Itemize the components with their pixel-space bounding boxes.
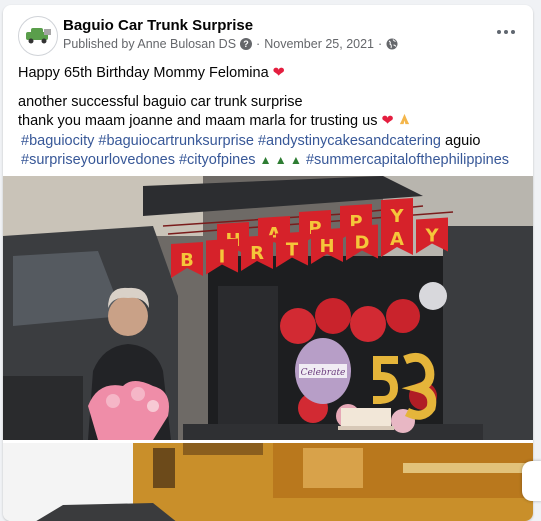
hashtag-cityofpines[interactable]: #cityofpines xyxy=(179,152,256,168)
banner-letter: D xyxy=(355,233,370,254)
banner-letter: T xyxy=(286,240,299,261)
info-icon[interactable]: ? xyxy=(240,38,253,50)
post-header: Baguio Car Trunk Surprise Published by A… xyxy=(3,5,533,63)
hashtags: #baguiocity #baguiocartrunksurprise #and… xyxy=(21,132,521,170)
globe-icon xyxy=(386,38,398,50)
hashtag-summercapitalofthephilippines[interactable]: #summercapitalofthephilippines xyxy=(306,152,509,168)
second-post-photo[interactable] xyxy=(3,443,533,521)
post-meta: Published by Anne Bulosan DS ? · Novembe… xyxy=(63,37,398,51)
post-photo[interactable]: Celebrate HAPPY BIRTHDAY xyxy=(3,176,533,440)
page-name[interactable]: Baguio Car Trunk Surprise xyxy=(63,17,253,34)
car-trunk-photo: Celebrate HAPPY BIRTHDAY xyxy=(3,176,533,440)
house-photo xyxy=(3,443,533,521)
hashtag-surpriseyourlovedones[interactable]: #surpriseyourlovedones xyxy=(21,152,175,168)
post-line-2: another successful baguio car trunk surp… xyxy=(18,94,303,110)
hashtag-plain-text: aguio xyxy=(445,133,481,149)
balloon-text: Celebrate xyxy=(301,368,346,378)
heart-icon: ❤ xyxy=(272,65,285,81)
meta-separator-2: · xyxy=(378,37,383,51)
more-options-icon xyxy=(496,30,517,34)
banner-letter: B xyxy=(180,250,194,271)
post-card: Baguio Car Trunk Surprise Published by A… xyxy=(3,5,533,521)
meta-separator: · xyxy=(256,37,261,51)
scroll-nub[interactable] xyxy=(522,461,541,501)
banner-letter: Y xyxy=(424,226,439,247)
tree-icon: ▲ ▲ ▲ xyxy=(259,153,302,167)
folded-hands-icon xyxy=(399,113,409,125)
page-avatar[interactable] xyxy=(18,16,58,56)
heart-icon: ❤ xyxy=(381,113,394,129)
car-logo-icon xyxy=(20,18,56,54)
post-line-3: thank you maam joanne and maam marla for… xyxy=(18,112,518,131)
banner-letter: A xyxy=(390,229,404,250)
more-options-button[interactable] xyxy=(491,19,521,45)
banner-letter: R xyxy=(250,243,264,264)
hashtag-andystinycakesandcatering[interactable]: #andystinycakesandcatering xyxy=(258,133,441,149)
post-date[interactable]: November 25, 2021 xyxy=(264,37,374,51)
published-by[interactable]: Published by Anne Bulosan DS xyxy=(63,37,236,51)
hashtag-baguiocity[interactable]: #baguiocity xyxy=(21,133,94,149)
hashtag-baguiocartrunksurprise[interactable]: #baguiocartrunksurprise xyxy=(98,133,254,149)
post-line-1: Happy 65th Birthday Mommy Felomina ❤ xyxy=(18,65,285,81)
banner-letter: H xyxy=(319,236,334,257)
banner-letter: I xyxy=(219,247,226,268)
post-body: Happy 65th Birthday Mommy Felomina ❤ ano… xyxy=(18,64,518,131)
